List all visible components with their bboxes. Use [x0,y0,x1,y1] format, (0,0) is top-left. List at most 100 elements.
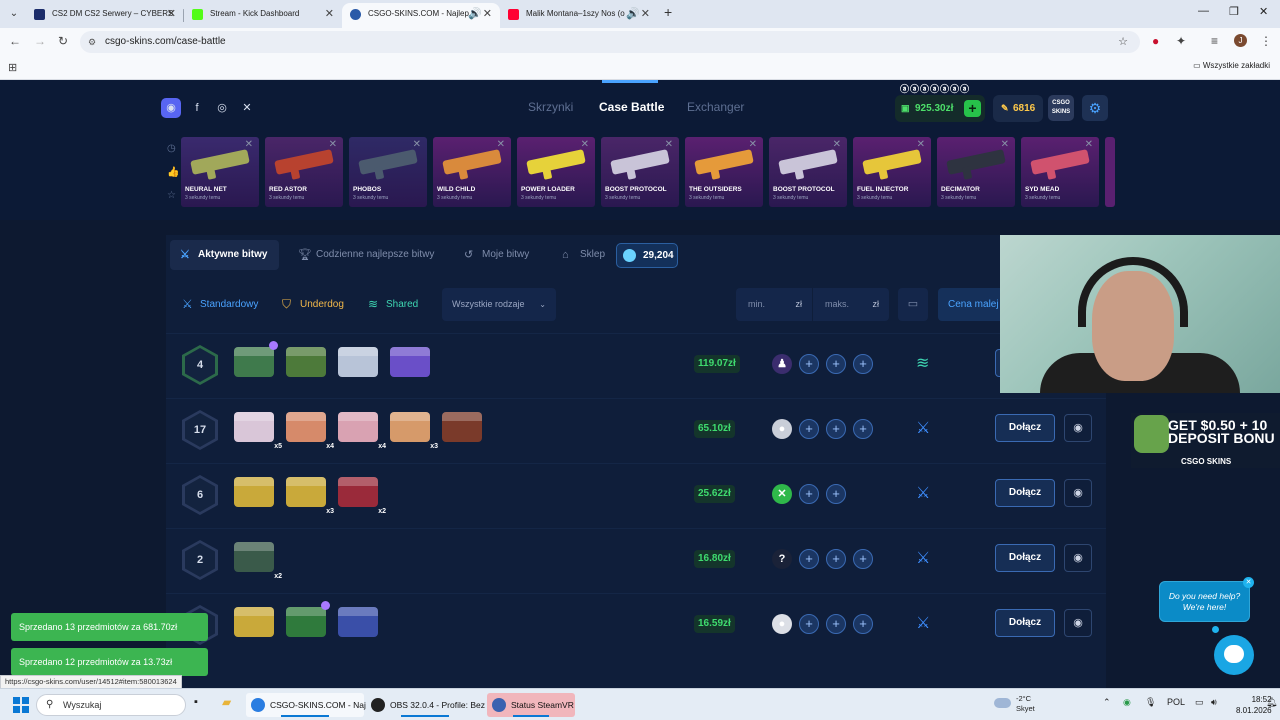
favorites-star-icon[interactable]: ☆ [167,190,176,201]
browser-tab-2[interactable]: Stream - Kick Dashboard ✕ [184,3,342,28]
extension-icon[interactable]: ● [1152,34,1159,48]
tray-chevron-up-icon[interactable]: ⌃ [1103,697,1111,708]
tab-my-battles[interactable]: ↺ Moje bitwy [454,240,541,270]
drop-card[interactable]: ✕ NEURAL NET 3 sekundy temu [181,137,259,207]
empty-slot-plus-icon[interactable]: + [799,614,819,634]
player-avatar[interactable]: ● [772,614,792,634]
windows-start-icon[interactable] [13,697,29,713]
sold-toast-1[interactable]: Sprzedano 13 przedmiotów za 681.70zł [11,613,208,641]
top-drops-thumb-icon[interactable]: 👍 [167,167,179,178]
empty-slot-plus-icon[interactable]: + [826,614,846,634]
empty-slot-plus-icon[interactable]: + [826,484,846,504]
tab-daily-best[interactable]: 🏆︎ Codzienne najlepsze bitwy [288,240,446,270]
empty-slot-plus-icon[interactable]: + [826,549,846,569]
drop-card[interactable]: ✕ RED ASTOR 3 sekundy temu [265,137,343,207]
task-view-icon[interactable]: ▪ [194,696,198,708]
empty-slot-plus-icon[interactable]: + [799,354,819,374]
tab-active-battles[interactable]: ⚔ Aktywne bitwy [170,240,280,270]
profile-avatar[interactable]: J [1234,34,1247,47]
join-battle-button[interactable]: Dołącz [995,414,1055,442]
drop-card[interactable]: ✕ DECIMATOR 3 sekundy temu [937,137,1015,207]
notifications-bell-icon[interactable]: 🔔︎ [1266,697,1277,708]
forward-icon[interactable]: → [34,34,46,48]
tab-shop[interactable]: ⌂ Sklep [552,240,617,270]
coins-balance[interactable]: 29,204 [616,243,678,268]
gems-balance[interactable]: ✎ 6816 [993,95,1043,122]
empty-slot-plus-icon[interactable]: + [799,484,819,504]
join-battle-button[interactable]: Dołącz [995,544,1055,572]
taskbar-steamvr[interactable]: Status SteamVR [487,693,575,717]
back-icon[interactable]: ← [9,34,21,48]
drop-card[interactable]: ✕ BOOST PROTOCOL 3 sekundy temu [769,137,847,207]
minimize-icon[interactable]: — [1198,5,1209,17]
facebook-icon[interactable]: f [187,98,207,118]
extensions-puzzle-icon[interactable]: ✦ [1176,34,1186,48]
help-bubble[interactable]: Do you need help? We're here! [1159,581,1250,622]
sold-toast-2[interactable]: Sprzedano 12 przedmiotów za 13.73zł [11,648,208,676]
tab-close-icon[interactable]: ✕ [641,3,650,25]
battle-row[interactable]: 2 x2 16.80zł? + + + ⚔ Dołącz ◉ [166,528,1106,588]
tray-app-icon[interactable]: ◉ [1123,697,1131,708]
instagram-icon[interactable]: ◎ [212,98,232,118]
promo-banner[interactable]: GET $0.50 + 10 DEPOSIT BONU CSGO SKINS [1131,413,1280,468]
browser-tab-1[interactable]: CS2 DM CS2 Serwery – CYBERS ✕ [26,3,184,28]
filter-underdog[interactable]: ⛉ Underdog [270,288,344,321]
max-price-input[interactable]: maks. zł [813,288,889,321]
tab-audio-icon[interactable]: 🔊 [468,3,482,25]
battle-row[interactable]: 4 119.07zł ♟ + + + ≋ [166,333,1106,393]
media-control-icon[interactable]: ≡ [1211,34,1218,48]
file-explorer-icon[interactable]: ▰ [222,695,231,709]
filter-shared[interactable]: ≋ Shared [356,288,418,321]
bookmark-star-icon[interactable]: ☆ [1118,31,1128,53]
nav-cases[interactable]: Skrzynki [528,100,573,114]
empty-slot-plus-icon[interactable]: + [826,354,846,374]
join-battle-button[interactable]: Dołącz [995,479,1055,507]
empty-slot-plus-icon[interactable]: + [853,354,873,374]
tab-close-icon[interactable]: ✕ [483,3,492,25]
tab-audio-icon[interactable]: 🔊 [626,3,640,25]
close-help-icon[interactable]: ✕ [1243,577,1254,588]
drop-card[interactable]: ✕ FUEL INJECTOR 3 sekundy temu [853,137,931,207]
drop-card[interactable]: ✕ SYD MEAD 3 sekundy temu [1021,137,1099,207]
join-battle-button[interactable]: Dołącz [995,609,1055,637]
taskbar-search[interactable]: ⚲ Wyszukaj [36,694,186,716]
tab-close-icon[interactable]: ✕ [167,3,176,25]
close-window-icon[interactable]: ✕ [1259,5,1268,18]
battle-type-select[interactable]: Wszystkie rodzaje ⌄ [442,288,556,321]
empty-slot-plus-icon[interactable]: + [853,549,873,569]
watch-eye-icon[interactable]: ◉ [1064,479,1092,507]
weather-widget[interactable]: -2°C Skyet [994,694,1035,714]
network-icon[interactable]: ▭ [1195,697,1204,708]
language-indicator[interactable]: POL [1167,697,1185,707]
watch-eye-icon[interactable]: ◉ [1064,414,1092,442]
watch-eye-icon[interactable]: ◉ [1064,609,1092,637]
all-bookmarks-button[interactable]: ▭ Wszystkie zakładki [1193,61,1270,70]
min-price-input[interactable]: min. zł [736,288,812,321]
tab-close-icon[interactable]: ✕ [325,3,334,25]
deposit-button[interactable]: + [964,100,981,117]
restore-icon[interactable]: ❐ [1229,5,1239,18]
drop-card[interactable]: ✕ WILD CHILD 3 sekundy temu [433,137,511,207]
battle-row[interactable]: 17 x5 x4 x4 x3 65.10zł ● + + + ⚔ Dołącz ◉ [166,398,1106,458]
new-tab-icon[interactable]: + [664,4,672,20]
calendar-filter-icon[interactable]: ▭ [898,288,928,321]
browser-tab-3[interactable]: CSGO-SKINS.COM - Najlep 🔊 ✕ [342,3,500,28]
player-avatar[interactable]: ♟ [772,354,792,374]
reload-icon[interactable]: ↻ [58,34,68,48]
player-avatar[interactable]: ✕ [772,484,792,504]
battle-row[interactable]: 6 x3 x2 25.62zł ✕ + + ⚔ Dołącz ◉ [166,463,1106,523]
player-avatar[interactable]: ? [772,549,792,569]
empty-slot-plus-icon[interactable]: + [853,614,873,634]
taskbar-chrome[interactable]: CSGO-SKINS.COM - Naj [246,693,366,717]
apps-grid-icon[interactable]: ⊞ [8,61,17,74]
site-info-icon[interactable]: ⚙ [88,31,96,53]
empty-slot-plus-icon[interactable]: + [826,419,846,439]
filter-standard[interactable]: ⚔ Standardowy [170,288,258,321]
microphone-icon[interactable]: 🎙︎ [1145,697,1156,708]
battle-row[interactable]: 16.59zł ● + + + ⚔ Dołącz ◉ [166,593,1106,653]
settings-gear-icon[interactable]: ⚙ [1082,95,1108,121]
address-bar[interactable]: ⚙ csgo-skins.com/case-battle ☆ [80,31,1140,53]
nav-case-battle[interactable]: Case Battle [599,100,664,114]
empty-slot-plus-icon[interactable]: + [853,419,873,439]
drop-card[interactable]: ✕ POWER LOADER 3 sekundy temu [517,137,595,207]
